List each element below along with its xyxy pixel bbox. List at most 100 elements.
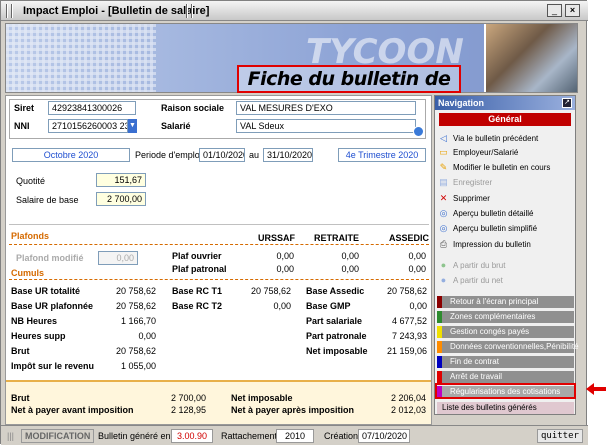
cumul-value: 20 758,62 [386,286,427,296]
nav-item[interactable]: A partir du net [453,274,571,287]
cumul-label: Base RC T2 [172,301,223,311]
salarie-label: Salarié [161,121,191,131]
cumul-label: Base UR plafonnée [11,301,94,311]
payslip-form: Siret 42923841300026 Raison sociale VAL … [5,95,432,425]
cumul-label: Heures supp [11,331,66,341]
nav-item[interactable]: Impression du bulletin [453,238,571,251]
grip-icon [6,4,8,18]
period-to[interactable]: 31/10/2020 [263,148,313,162]
grid-pattern [6,24,156,92]
period-label: Periode d'emploi [135,150,202,160]
net-avant-value: 2 128,95 [170,405,206,415]
preview-simple-icon: ◎ [439,223,448,233]
cumul-value: 1 166,70 [120,316,156,326]
cumul-value: 20 758,62 [250,286,291,296]
month-field: Octobre 2020 [12,148,130,162]
plaf-ouvrier-label: Plaf ouvrier [172,251,222,261]
cumul-value: 20 758,62 [115,301,156,311]
refresh-icon[interactable] [413,126,424,137]
plaf-patronal-assedic: 0,00 [408,264,426,274]
nni-field[interactable]: 2710156260003 23 [48,119,128,133]
salarie-field[interactable]: VAL Sdeux [236,119,416,133]
nav-title: Navigation [435,96,575,110]
cumul-label: Base UR totalité [11,286,81,296]
nav-item[interactable]: Via le bulletin précédent [453,132,571,145]
nav-category[interactable]: Données conventionnelles,Pénibilité [437,341,579,353]
cumul-value: 0,00 [273,301,291,311]
nav-section-general[interactable]: Général [439,113,571,126]
doc-back-icon: ◁ [440,133,447,143]
cumul-value: 21 159,06 [386,346,427,356]
nni-label: NNI [14,121,30,131]
base-salary-label: Salaire de base [16,195,79,205]
base-salary-field[interactable]: 2 700,00 [96,192,146,206]
folder-edit-icon: ✎ [439,162,448,172]
creation-value: 07/10/2020 [358,429,410,443]
highlight-box [435,383,576,399]
nav-item[interactable]: Aperçu bulletin détaillé [453,207,571,220]
divider [9,279,429,280]
col-retraite: RETRAITE [314,233,359,243]
divider [9,244,429,245]
totals-panel [6,380,431,424]
cumul-label: Part salariale [306,316,363,326]
close-button[interactable]: × [565,4,580,17]
printer-icon: ⎙ [439,239,448,249]
nav-category[interactable]: Gestion congés payés [437,326,574,338]
ratt-label: Rattachement [221,431,278,441]
plafond-modif-label: Plafond modifié [16,253,84,263]
brut-icon: ● [440,260,447,270]
quit-button[interactable]: quitter [537,429,583,443]
pin-icon[interactable]: ↗ [562,98,572,108]
period-from[interactable]: 01/10/2020 [199,148,245,162]
grip-icon [11,4,13,18]
cumul-value: 1 055,00 [120,361,156,371]
creation-label: Création [324,431,359,441]
raison-field[interactable]: VAL MESURES D'EXO [236,101,416,115]
cumul-value: 0,00 [138,331,156,341]
plaf-ouvrier-urssaf: 0,00 [276,251,294,261]
net-apres-value: 2 012,03 [390,405,426,415]
chevron-down-icon[interactable]: ▼ [128,119,137,133]
nav-item[interactable]: Supprimer [453,192,571,205]
nav-item[interactable]: Enregistrer [453,176,571,189]
nav-category[interactable]: Fin de contrat [437,356,574,368]
nav-item[interactable]: Aperçu bulletin simplifié [453,222,571,235]
nav-category[interactable]: Zones complémentaires [437,311,574,323]
nav-category[interactable]: Arrêt de travail [437,371,574,383]
delete-icon: ✕ [439,193,448,203]
mode-status: MODIFICATION [21,429,95,443]
netimp-value: 2 206,04 [390,393,426,403]
nav-item[interactable]: Employeur/Salarié [453,146,571,159]
minimize-button[interactable]: _ [547,4,562,17]
siret-field[interactable]: 42923841300026 [48,101,136,115]
plafond-modif-field[interactable]: 0,00 [98,251,138,265]
plaf-ouvrier-retraite: 0,00 [341,251,359,261]
cumul-value: 7 243,93 [391,331,427,341]
plaf-patronal-retraite: 0,00 [341,264,359,274]
preview-icon: ◎ [439,208,448,218]
gen-label: Bulletin généré en [98,431,171,441]
arrow-left-icon [586,383,606,395]
net-avant-label: Net à payer avant imposition [11,405,134,415]
net-apres-label: Net à payer après imposition [231,405,355,415]
plaf-patronal-urssaf: 0,00 [276,264,294,274]
cumuls-title: Cumuls [11,268,45,278]
title-bar: Impact Emploi - [Bulletin de salaire] _ … [1,1,588,21]
col-assedic: ASSEDIC [389,233,430,243]
navigation-panel: Navigation ↗ Général ◁ Via le bulletin pr… [434,95,579,415]
nav-category[interactable]: Retour à l'écran principal [437,296,574,308]
cumul-label: NB Heures [11,316,58,326]
list-bulletins-button[interactable]: Liste des bulletins générés [437,402,574,414]
period-au: au [249,150,260,160]
raison-label: Raison sociale [161,103,225,113]
nav-item[interactable]: A partir du brut [453,259,571,272]
save-icon: ▤ [439,177,448,187]
netimp-label: Net imposable [231,393,293,403]
brut-value: 2 700,00 [170,393,206,403]
grip-icon [191,4,193,18]
nav-item[interactable]: Modifier le bulletin en cours [453,161,571,174]
window-title: Impact Emploi - [Bulletin de salaire] [23,5,210,17]
quotite-field[interactable]: 151,67 [96,173,146,187]
app-window: Impact Emploi - [Bulletin de salaire] _ … [0,0,588,445]
